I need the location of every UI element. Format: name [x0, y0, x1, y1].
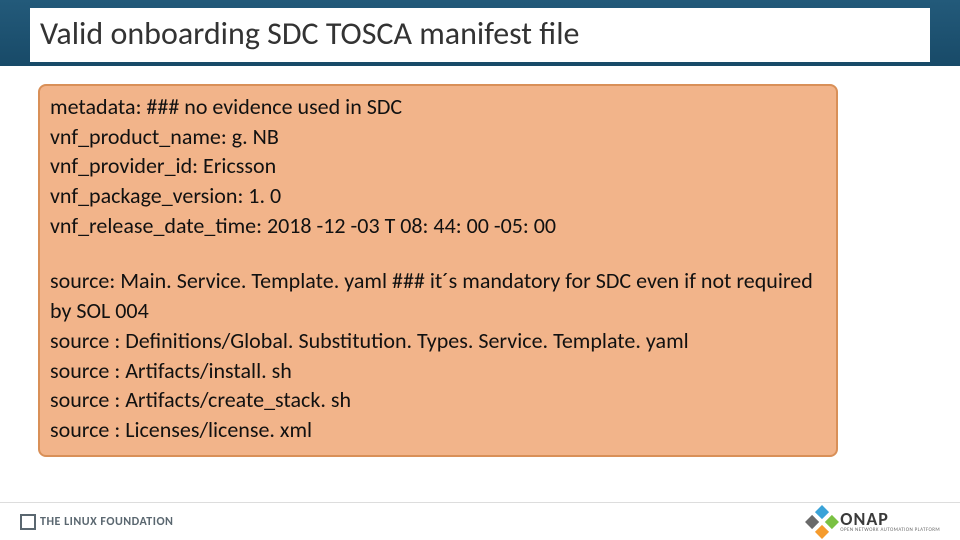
linux-foundation-icon: [20, 514, 36, 530]
manifest-line: source : Artifacts/create_stack. sh: [50, 385, 826, 415]
title-bar: Valid onboarding SDC TOSCA manifest file: [0, 0, 960, 66]
manifest-line: source: Main. Service. Template. yaml ##…: [50, 266, 826, 325]
manifest-line: source : Definitions/Global. Substitutio…: [50, 326, 826, 356]
manifest-line: vnf_product_name: g. NB: [50, 122, 826, 152]
onap-subtitle: OPEN NETWORK AUTOMATION PLATFORM: [840, 528, 940, 533]
onap-logo: ONAP OPEN NETWORK AUTOMATION PLATFORM: [810, 510, 940, 534]
slide-title: Valid onboarding SDC TOSCA manifest file: [30, 8, 930, 62]
manifest-line: source : Licenses/license. xml: [50, 415, 826, 445]
linux-foundation-logo: THE LINUX FOUNDATION: [20, 514, 173, 530]
blank-line: [50, 240, 826, 266]
onap-icon: [805, 505, 839, 539]
onap-text: ONAP OPEN NETWORK AUTOMATION PLATFORM: [840, 510, 940, 533]
manifest-content-box: metadata: ### no evidence used in SDC vn…: [38, 84, 838, 457]
manifest-line: vnf_provider_id: Ericsson: [50, 151, 826, 181]
manifest-line: vnf_release_date_time: 2018 -12 -03 T 08…: [50, 211, 826, 241]
footer: THE LINUX FOUNDATION ONAP OPEN NETWORK A…: [0, 502, 960, 540]
linux-foundation-label: THE LINUX FOUNDATION: [40, 515, 173, 529]
manifest-line: source : Artifacts/install. sh: [50, 356, 826, 386]
manifest-line: vnf_package_version: 1. 0: [50, 181, 826, 211]
onap-name: ONAP: [840, 510, 940, 528]
manifest-line: metadata: ### no evidence used in SDC: [50, 92, 826, 122]
